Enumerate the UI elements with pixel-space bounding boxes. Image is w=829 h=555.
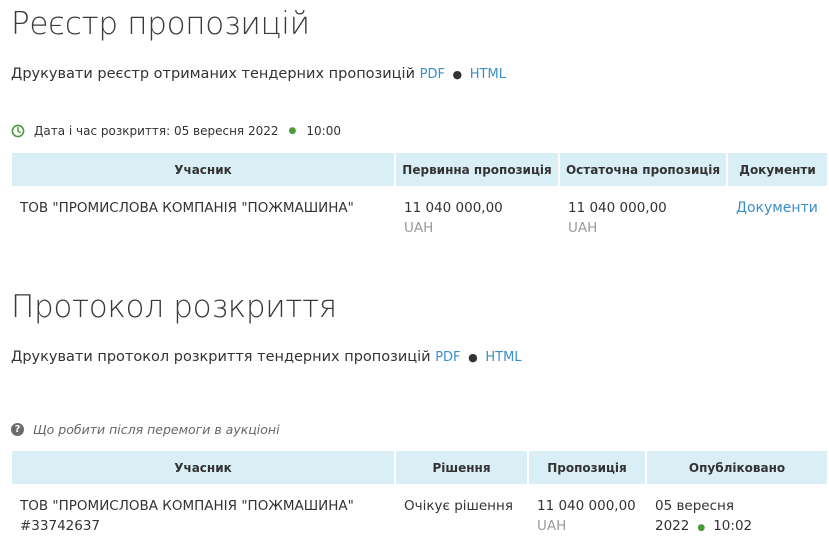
table-row: ТОВ "ПРОМИСЛОВА КОМПАНІЯ "ПОЖМАШИНА" #33… (12, 484, 827, 538)
help-link[interactable]: ? Що робити після перемоги в аукціоні (11, 422, 280, 437)
final-offer-cell: 11 040 000,00 UAH (560, 186, 728, 238)
col-participant: Учасник (12, 451, 396, 484)
col-final-offer: Остаточна пропозиція (560, 153, 728, 186)
registry-title: Реєстр пропозицій (11, 6, 310, 42)
offer-cell: 11 040 000,00 UAH (529, 484, 647, 538)
decision-status: Очікує рішення (404, 498, 513, 514)
registry-table: Учасник Первинна пропозиція Остаточна пр… (12, 153, 827, 238)
col-offer: Пропозиція (529, 451, 647, 484)
initial-currency: UAH (404, 220, 434, 236)
opening-time: 10:00 (306, 124, 341, 138)
offer-amount: 11 040 000,00 (537, 498, 636, 514)
published-time: 10:02 (713, 518, 753, 534)
col-participant: Учасник (12, 153, 396, 186)
help-link-text: Що робити після перемоги в аукціоні (33, 422, 280, 437)
initial-offer-cell: 11 040 000,00 UAH (396, 186, 560, 238)
registry-print-text: Друкувати реєстр отриманих тендерних про… (11, 66, 415, 82)
table-row: ТОВ "ПРОМИСЛОВА КОМПАНІЯ "ПОЖМАШИНА" 11 … (12, 186, 827, 238)
protocol-pdf-link[interactable]: PDF (435, 350, 460, 365)
registry-pdf-link[interactable]: PDF (420, 67, 445, 82)
opening-date: Дата і час розкриття: 05 вересня 2022 (34, 124, 279, 138)
documents-link[interactable]: Документи (736, 200, 818, 216)
col-documents: Документи (728, 153, 827, 186)
protocol-title: Протокол розкриття (11, 289, 337, 325)
protocol-table: Учасник Рішення Пропозиція Опубліковано … (12, 451, 827, 538)
col-published: Опубліковано (647, 451, 827, 484)
participant-id: #33742637 (20, 518, 101, 534)
registry-link-separator: ● (452, 68, 463, 81)
documents-cell: Документи (728, 186, 827, 238)
col-initial-offer: Первинна пропозиція (396, 153, 560, 186)
final-amount: 11 040 000,00 (568, 200, 667, 216)
participant-name: ТОВ "ПРОМИСЛОВА КОМПАНІЯ "ПОЖМАШИНА" (20, 200, 354, 216)
registry-header-row: Учасник Первинна пропозиція Остаточна пр… (12, 153, 827, 186)
question-circle-icon: ? (11, 423, 24, 436)
participant-name: ТОВ "ПРОМИСЛОВА КОМПАНІЯ "ПОЖМАШИНА" (20, 498, 354, 514)
col-decision: Рішення (396, 451, 529, 484)
registry-html-link[interactable]: HTML (470, 67, 506, 82)
opening-datetime: Дата і час розкриття: 05 вересня 2022 ● … (11, 124, 341, 138)
bullet-dot: ● (288, 126, 297, 136)
protocol-print-line: Друкувати протокол розкриття тендерних п… (11, 349, 522, 365)
protocol-html-link[interactable]: HTML (485, 350, 521, 365)
protocol-link-separator: ● (468, 351, 478, 364)
final-currency: UAH (568, 220, 598, 236)
protocol-print-text: Друкувати протокол розкриття тендерних п… (11, 349, 431, 365)
published-cell: 05 вересня 2022 ● 10:02 (647, 484, 827, 538)
clock-icon (11, 124, 25, 138)
registry-print-line: Друкувати реєстр отриманих тендерних про… (11, 66, 506, 82)
participant-cell: ТОВ "ПРОМИСЛОВА КОМПАНІЯ "ПОЖМАШИНА" #33… (12, 484, 396, 538)
protocol-header-row: Учасник Рішення Пропозиція Опубліковано (12, 451, 827, 484)
offer-currency: UAH (537, 518, 567, 534)
initial-amount: 11 040 000,00 (404, 200, 503, 216)
bullet-dot: ● (697, 523, 706, 533)
